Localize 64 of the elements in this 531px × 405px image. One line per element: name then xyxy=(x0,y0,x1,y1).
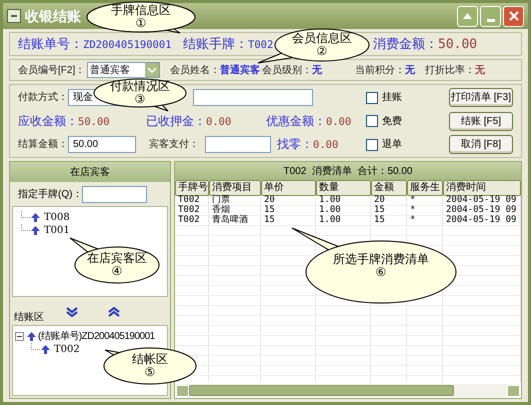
field-value: ZD200405190001 xyxy=(83,38,172,54)
field-value: 50.00 xyxy=(438,36,478,54)
section-label: 结账区 xyxy=(14,310,44,325)
field-value: 无 xyxy=(312,64,322,78)
table-cell-text: * xyxy=(409,196,416,205)
field-label: 消费金额： xyxy=(373,34,438,53)
callout-number: ① xyxy=(136,17,146,30)
table-cell-text: 2004-05-19 09 xyxy=(445,206,518,215)
field-label: 结账手牌： xyxy=(183,35,248,54)
callout-number: ⑥ xyxy=(376,266,386,279)
field-label: 优惠金额： xyxy=(266,112,326,130)
field-value: 无 xyxy=(405,64,416,78)
table-cell-text: 青岛啤酒 xyxy=(211,216,249,226)
window-title: 收银结账 xyxy=(25,6,81,26)
callout-number: ② xyxy=(316,45,328,58)
field-label: 宾客支付： xyxy=(149,138,200,152)
callout-number: ⑤ xyxy=(144,366,156,379)
panel-header: 在店宾客 xyxy=(10,162,170,182)
field-label: 打折比率： xyxy=(425,64,476,78)
table-cell-text: T002 xyxy=(177,216,201,226)
field-label: 会员编号[F2]： xyxy=(18,64,86,78)
table-cell-text: 门票 xyxy=(211,196,231,205)
table-cell-text: T002 xyxy=(177,196,201,205)
table-cell-text: 香烟 xyxy=(211,206,230,215)
table-cell-text: 20 xyxy=(263,196,276,206)
callout-number: ③ xyxy=(134,93,146,106)
field-label: 结账单号： xyxy=(18,35,83,54)
callout-number: ④ xyxy=(112,265,122,278)
callout-label: 付款情况区 xyxy=(110,80,170,93)
callout-label: 会员信息区 xyxy=(292,32,352,45)
table-cell-text: 2004-05-19 09 xyxy=(445,216,518,226)
field-value: 0.00 xyxy=(326,114,352,130)
table-cell-text: 15 xyxy=(263,216,276,226)
table-cell-text: 1.00 xyxy=(318,216,342,226)
table-cell-text: 15 xyxy=(263,206,276,216)
callout-label: 在店宾客区 xyxy=(87,252,147,265)
field-label: 找零： xyxy=(277,136,313,154)
field-label: 结算金额： xyxy=(18,138,68,152)
field-value: 无 xyxy=(475,64,486,78)
table-cell-text: 20 xyxy=(373,196,386,206)
callout-label: 所选手牌消费清单 xyxy=(333,253,429,266)
field-label: 会员姓名： xyxy=(170,64,220,78)
table-cell-text: 2004-05-19 09 xyxy=(445,196,518,205)
field-value: 普通宾客 xyxy=(220,63,260,78)
field-value: T002 xyxy=(248,38,274,54)
field-label: 当前积分： xyxy=(355,64,406,78)
field-label: 指定手牌(Q)： xyxy=(18,188,82,202)
table-cell-text: 15 xyxy=(373,206,386,216)
table-cell-text: 15 xyxy=(373,216,386,226)
field-label: 会员级别： xyxy=(262,64,312,78)
callout-label: 手牌信息区 xyxy=(111,4,171,17)
table-cell-text: * xyxy=(409,206,416,215)
field-value: 0.00 xyxy=(206,114,232,130)
panel-header: T002 消费清单 合计：50.00 xyxy=(175,162,521,180)
table-cell-text: 1.00 xyxy=(318,206,342,215)
field-label: 已收押金： xyxy=(146,112,206,130)
field-value: 0.00 xyxy=(313,138,338,154)
field-label: 应收金额： xyxy=(18,112,78,130)
callout-label: 结帐区 xyxy=(132,353,168,366)
field-label: 付款方式： xyxy=(18,90,68,105)
table-cell-text: 1.00 xyxy=(318,196,342,205)
table-cell-text: * xyxy=(409,216,416,226)
field-value: 50.00 xyxy=(78,114,110,130)
table-cell-text: T002 xyxy=(177,206,201,215)
